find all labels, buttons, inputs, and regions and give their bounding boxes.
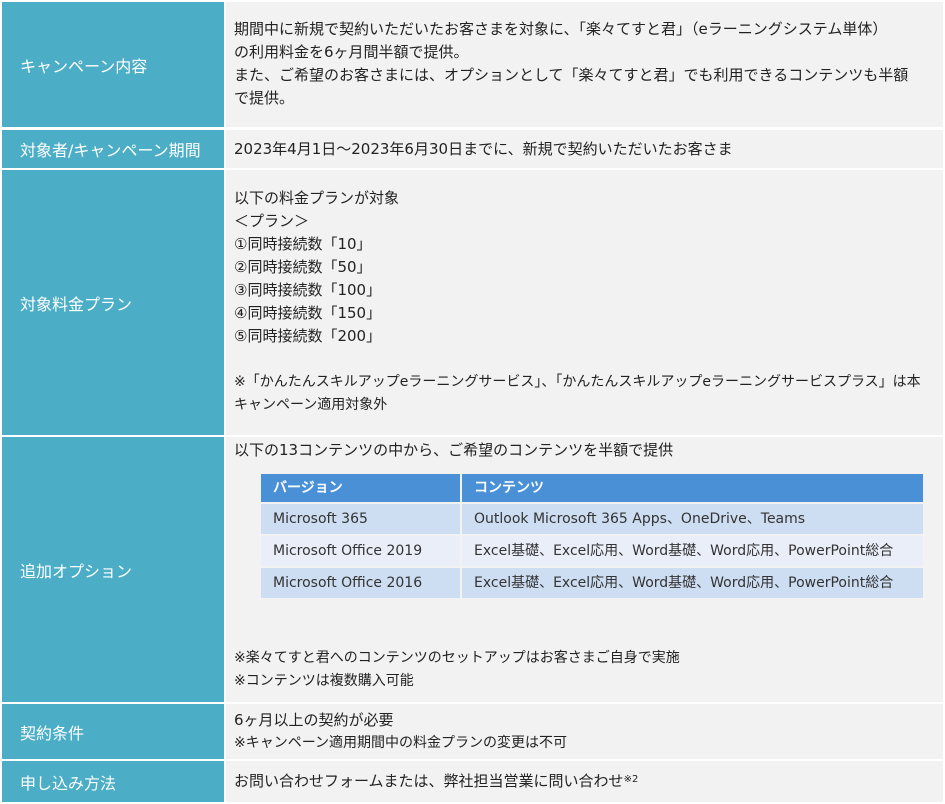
apply-main: お問い合わせフォームまたは、弊社担当営業に問い合わせ — [234, 772, 624, 790]
campaign-line: また、ご希望のお客さまには、オプションとして「楽々てすと君」でも利用できるコンテ… — [234, 66, 909, 84]
options-intro: 以下の13コンテンツの中から、ご希望のコンテンツを半額で提供 — [234, 441, 674, 459]
campaign-line: で提供。 — [234, 89, 295, 107]
options-notes: ※楽々てすと君へのコンテンツのセットアップはお客さまご自身で実施 ※コンテンツは… — [234, 647, 680, 693]
version-cell: Microsoft Office 2016 — [261, 568, 460, 598]
table-row: Microsoft Office 2019 Excel基礎、Excel応用、Wo… — [261, 536, 923, 566]
plan-item: ⑤同時接続数「200」 — [234, 327, 382, 345]
contents-cell: Excel基礎、Excel応用、Word基礎、Word応用、PowerPoint… — [462, 568, 923, 598]
body-apply: お問い合わせフォームまたは、弊社担当営業に問い合わせ※2 — [226, 761, 943, 802]
plans-note: ※「かんたんスキルアップeラーニングサービス」、「かんたんスキルアップeラーニン… — [234, 374, 921, 390]
header-apply: 申し込み方法 — [2, 761, 224, 802]
period-text: 2023年4月1日～2023年6月30日までに、新規で契約いただいたお客さま — [234, 139, 733, 158]
table-row: Microsoft Office 2016 Excel基礎、Excel応用、Wo… — [261, 568, 923, 598]
options-note: ※コンテンツは複数購入可能 — [234, 673, 414, 689]
body-options: 以下の13コンテンツの中から、ご希望のコンテンツを半額で提供 バージョン コンテ… — [226, 437, 943, 702]
contents-cell: Excel基礎、Excel応用、Word基礎、Word応用、PowerPoint… — [462, 536, 923, 566]
header-campaign: キャンペーン内容 — [2, 2, 224, 127]
terms-line: 6ヶ月以上の契約が必要 — [234, 711, 394, 729]
version-cell: Microsoft Office 2019 — [261, 536, 460, 566]
plans-note: キャンペーン適用対象外 — [234, 397, 388, 413]
column-contents: コンテンツ — [462, 474, 923, 502]
header-plans: 対象料金プラン — [2, 170, 224, 435]
apply-text: お問い合わせフォームまたは、弊社担当営業に問い合わせ※2 — [234, 770, 638, 793]
row-plans: 対象料金プラン 以下の料金プランが対象 ＜プラン＞ ①同時接続数「10」 ②同時… — [0, 170, 945, 435]
version-cell: Microsoft 365 — [261, 504, 460, 534]
plans-heading: ＜プラン＞ — [234, 212, 310, 230]
options-table: バージョン コンテンツ Microsoft 365 Outlook Micros… — [259, 472, 925, 600]
body-terms: 6ヶ月以上の契約が必要 ※キャンペーン適用期間中の料金プランの変更は不可 — [226, 704, 943, 759]
campaign-line: の利用料金を6ヶ月間半額で提供。 — [234, 43, 469, 61]
header-terms: 契約条件 — [2, 704, 224, 759]
plan-item: ①同時接続数「10」 — [234, 235, 372, 253]
terms-line: ※キャンペーン適用期間中の料金プランの変更は不可 — [234, 735, 568, 751]
plan-item: ④同時接続数「150」 — [234, 304, 382, 322]
plan-item: ②同時接続数「50」 — [234, 258, 372, 276]
body-period: 2023年4月1日～2023年6月30日までに、新規で契約いただいたお客さま — [226, 130, 943, 168]
campaign-table: キャンペーン内容 期間中に新規で契約いただいたお客さまを対象に、「楽々てすと君」… — [0, 0, 945, 804]
contents-cell: Outlook Microsoft 365 Apps、OneDrive、Team… — [462, 504, 923, 534]
plans-intro: 以下の料金プランが対象 — [234, 189, 400, 207]
row-apply: 申し込み方法 お問い合わせフォームまたは、弊社担当営業に問い合わせ※2 — [0, 761, 945, 802]
row-period: 対象者/キャンペーン期間 2023年4月1日～2023年6月30日までに、新規で… — [0, 130, 945, 168]
plan-item: ③同時接続数「100」 — [234, 281, 382, 299]
table-row: Microsoft 365 Outlook Microsoft 365 Apps… — [261, 504, 923, 534]
column-version: バージョン — [261, 474, 460, 502]
row-campaign: キャンペーン内容 期間中に新規で契約いただいたお客さまを対象に、「楽々てすと君」… — [0, 2, 945, 127]
campaign-line: 期間中に新規で契約いただいたお客さまを対象に、「楽々てすと君」（eラーニングシス… — [234, 20, 888, 38]
options-table-header: バージョン コンテンツ — [261, 474, 923, 502]
apply-footnote-mark: ※2 — [623, 774, 639, 785]
options-note: ※楽々てすと君へのコンテンツのセットアップはお客さまご自身で実施 — [234, 650, 680, 666]
row-options: 追加オプション 以下の13コンテンツの中から、ご希望のコンテンツを半額で提供 バ… — [0, 437, 945, 702]
row-terms: 契約条件 6ヶ月以上の契約が必要 ※キャンペーン適用期間中の料金プランの変更は不… — [0, 704, 945, 759]
header-period: 対象者/キャンペーン期間 — [2, 130, 224, 168]
body-plans: 以下の料金プランが対象 ＜プラン＞ ①同時接続数「10」 ②同時接続数「50」 … — [226, 170, 943, 435]
header-options: 追加オプション — [2, 437, 224, 702]
body-campaign: 期間中に新規で契約いただいたお客さまを対象に、「楽々てすと君」（eラーニングシス… — [226, 2, 943, 127]
